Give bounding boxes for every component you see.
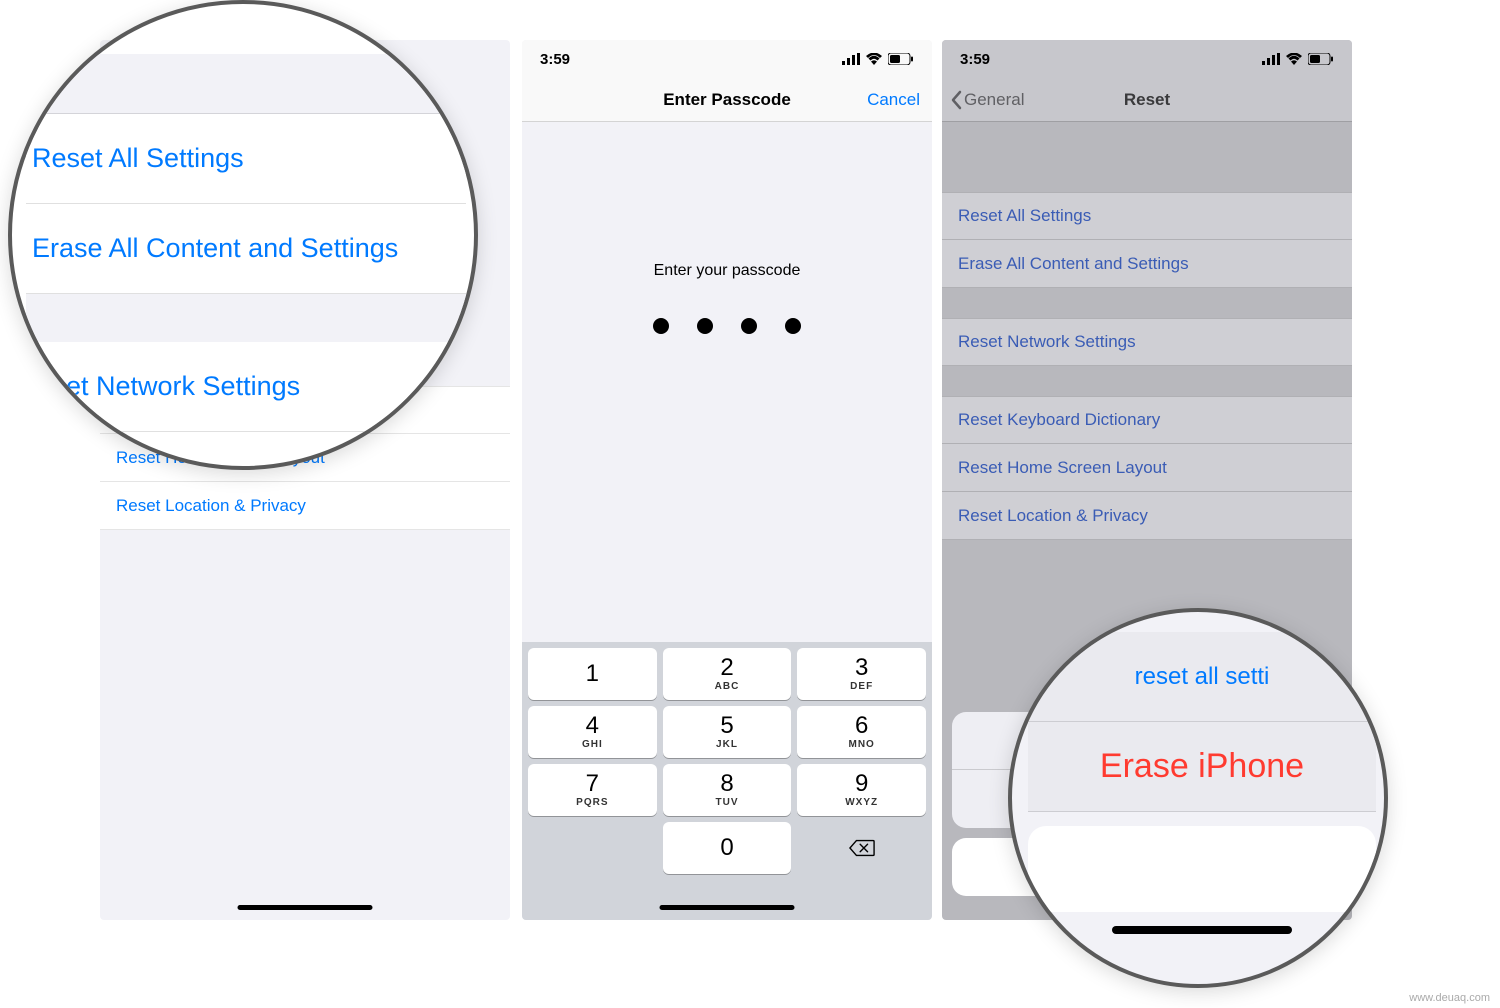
row-label: Reset Location & Privacy xyxy=(116,496,306,516)
row-label: Reset All Settings xyxy=(958,206,1091,226)
nav-title: Reset xyxy=(1124,90,1170,110)
wifi-icon xyxy=(1286,53,1302,65)
magnifier-2: reset all setti Erase iPhone xyxy=(1008,608,1388,988)
passcode-dot xyxy=(741,318,757,334)
backspace-icon xyxy=(849,838,875,858)
key-number: 0 xyxy=(720,836,733,860)
key-letters: DEF xyxy=(850,681,873,692)
wifi-icon xyxy=(381,16,401,30)
battery-icon xyxy=(1308,53,1334,65)
key-letters: ABC xyxy=(715,681,740,692)
keypad-key-1[interactable]: 1 xyxy=(528,648,657,700)
row-label: et Network Settings xyxy=(66,371,300,402)
row-reset-keyboard[interactable]: Reset Keyboard Dictionary xyxy=(942,396,1352,444)
row-label: Reset All Settings xyxy=(32,143,244,174)
row-label: Erase All Content and Settings xyxy=(958,254,1189,274)
status-icons xyxy=(842,53,914,65)
cellular-icon xyxy=(842,53,860,65)
row-label: Reset Keyboard Dictionary xyxy=(958,410,1160,430)
magnifier-1: Reset All Settings Erase All Content and… xyxy=(8,0,478,470)
key-number: 1 xyxy=(586,662,599,686)
sheet-label: reset all setti xyxy=(1135,663,1270,691)
status-time: 3:59 xyxy=(960,51,990,68)
battery-icon xyxy=(888,53,914,65)
key-number: 3 xyxy=(855,656,868,680)
passcode-area: Enter your passcode xyxy=(522,122,932,334)
wifi-icon xyxy=(866,53,882,65)
key-letters: MNO xyxy=(849,739,875,750)
home-indicator[interactable] xyxy=(660,905,795,910)
chevron-left-icon xyxy=(950,90,962,110)
key-number: 7 xyxy=(586,772,599,796)
nav-bar: Enter Passcode Cancel xyxy=(522,78,932,122)
home-indicator[interactable] xyxy=(238,905,373,910)
keypad-key-2[interactable]: 2ABC xyxy=(663,648,792,700)
passcode-dot xyxy=(653,318,669,334)
passcode-dots xyxy=(522,318,932,334)
row-erase-all[interactable]: Erase All Content and Settings xyxy=(942,240,1352,288)
spacer xyxy=(1028,812,1376,826)
row-reset-location[interactable]: Reset Location & Privacy xyxy=(942,492,1352,540)
cellular-icon xyxy=(1262,53,1280,65)
key-letters: PQRS xyxy=(576,797,608,808)
mag-row-reset-network[interactable]: et Network Settings xyxy=(26,342,466,432)
key-number: 2 xyxy=(720,656,733,680)
status-bar: 3:59 xyxy=(522,40,932,78)
back-button[interactable]: General xyxy=(950,90,1024,110)
passcode-dot xyxy=(697,318,713,334)
battery-icon xyxy=(408,16,440,30)
mag-row-erase-all[interactable]: Erase All Content and Settings xyxy=(26,204,466,294)
key-number: 8 xyxy=(720,772,733,796)
row-reset-location[interactable]: Reset Location & Privacy xyxy=(100,482,510,530)
keypad-key-9[interactable]: 9WXYZ xyxy=(797,764,926,816)
numeric-keypad: 12ABC3DEF4GHI5JKL6MNO7PQRS8TUV9WXYZ0 xyxy=(522,642,932,920)
passcode-prompt: Enter your passcode xyxy=(522,262,932,280)
key-letters: TUV xyxy=(716,797,739,808)
passcode-dot xyxy=(785,318,801,334)
mag-row-reset-all[interactable]: Reset All Settings xyxy=(26,114,466,204)
keypad-key-6[interactable]: 6MNO xyxy=(797,706,926,758)
key-number: 9 xyxy=(855,772,868,796)
nav-bar: General Reset xyxy=(942,78,1352,122)
nav-title: Enter Passcode xyxy=(663,90,791,110)
key-number: 4 xyxy=(586,714,599,738)
keypad-key-5[interactable]: 5JKL xyxy=(663,706,792,758)
key-number: 6 xyxy=(855,714,868,738)
status-bar: 3:59 xyxy=(942,40,1352,78)
row-reset-home[interactable]: Reset Home Screen Layout xyxy=(942,444,1352,492)
mag-sheet-erase-iphone[interactable]: Erase iPhone xyxy=(1028,722,1376,812)
cancel-button[interactable]: Cancel xyxy=(867,90,920,110)
keypad-key-0[interactable]: 0 xyxy=(663,822,792,874)
keypad-delete[interactable] xyxy=(797,822,926,874)
home-indicator-magnified xyxy=(1112,926,1292,934)
keypad-key-7[interactable]: 7PQRS xyxy=(528,764,657,816)
row-label: Reset Location & Privacy xyxy=(958,506,1148,526)
key-letters: GHI xyxy=(582,739,603,750)
keypad-spacer xyxy=(528,822,657,874)
screenshot-2-enter-passcode: 3:59 Enter Passcode Cancel Enter your pa… xyxy=(522,40,932,920)
key-letters: WXYZ xyxy=(845,797,878,808)
key-number: 5 xyxy=(720,714,733,738)
keypad-key-4[interactable]: 4GHI xyxy=(528,706,657,758)
sheet-label: Erase iPhone xyxy=(1100,747,1304,786)
row-reset-all-settings[interactable]: Reset All Settings xyxy=(942,192,1352,240)
watermark: www.deuaq.com xyxy=(1409,992,1490,1004)
status-icons xyxy=(1262,53,1334,65)
cellular-icon xyxy=(352,16,374,30)
status-time: 3:59 xyxy=(540,51,570,68)
mag-sheet-reset-all[interactable]: reset all setti xyxy=(1028,632,1376,722)
keypad-key-8[interactable]: 8TUV xyxy=(663,764,792,816)
back-label: General xyxy=(964,90,1024,110)
status-icons-magnified xyxy=(352,16,440,30)
mag-sheet-cancel[interactable] xyxy=(1028,826,1376,912)
row-label: Reset Network Settings xyxy=(958,332,1136,352)
key-letters: JKL xyxy=(716,739,738,750)
keypad-key-3[interactable]: 3DEF xyxy=(797,648,926,700)
row-reset-network[interactable]: Reset Network Settings xyxy=(942,318,1352,366)
row-label: Erase All Content and Settings xyxy=(32,233,398,264)
row-label: Reset Home Screen Layout xyxy=(958,458,1167,478)
